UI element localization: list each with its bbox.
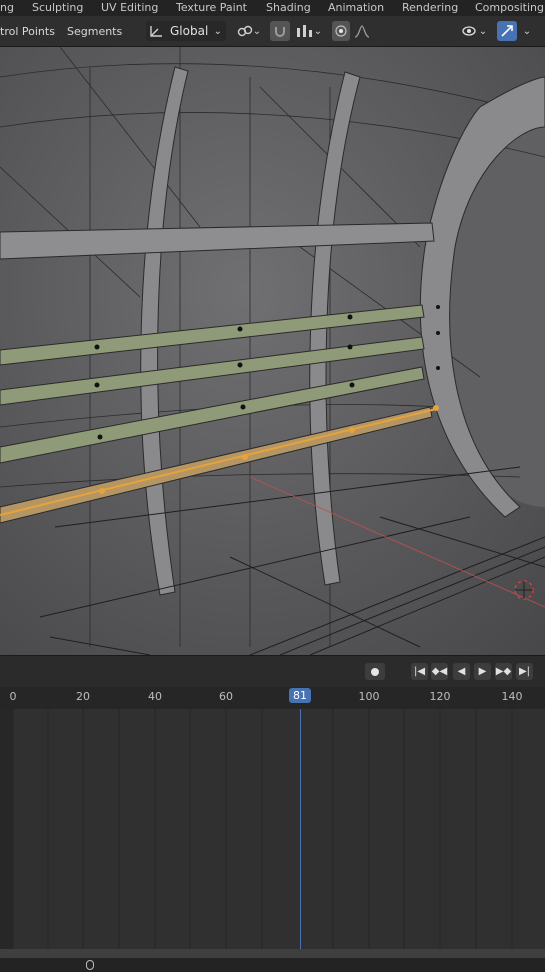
frame-tick-label: 20 <box>76 690 90 703</box>
orientation-gizmo-icon <box>150 26 162 37</box>
falloff-dropdown[interactable] <box>352 21 372 41</box>
viewport-header: trol Points Segments Global ⌄ ⌄ ⌄ ⌄ ⌄ <box>0 16 545 47</box>
magnet-icon <box>275 27 285 37</box>
frame-tick-label: 120 <box>429 690 451 703</box>
prev-keyframe-icon: ◆◀ <box>431 666 448 677</box>
frame-tick-label: 140 <box>501 690 523 703</box>
play-icon: ▶ <box>478 666 487 677</box>
play-reverse-icon: ◀ <box>457 666 466 677</box>
chevron-down-icon: ⌄ <box>213 25 222 37</box>
orientation-label: Global <box>170 24 209 38</box>
prev-keyframe-button[interactable]: ◆◀ <box>431 663 448 680</box>
frame-tick-label: 40 <box>148 690 162 703</box>
next-keyframe-icon: ▶◆ <box>495 666 512 677</box>
workspace-tab-bar: ng Sculpting UV Editing Texture Paint Sh… <box>0 0 545 16</box>
jump-end-button[interactable]: ▶| <box>516 663 533 680</box>
tab-layout[interactable]: ng <box>0 1 14 14</box>
timeline-grid <box>0 709 513 949</box>
tab-animation[interactable]: Animation <box>328 1 384 14</box>
timeline-area[interactable] <box>0 709 545 949</box>
tab-texture-paint[interactable]: Texture Paint <box>176 1 247 14</box>
gizmo-toggle[interactable] <box>497 21 517 41</box>
chevron-down-icon: ⌄ <box>252 25 262 37</box>
snap-toggle[interactable] <box>270 21 290 41</box>
current-frame-indicator[interactable]: 81 <box>289 688 311 703</box>
tab-uv-editing[interactable]: UV Editing <box>101 1 158 14</box>
gizmo-arrow-icon <box>501 25 513 37</box>
visibility-dropdown[interactable]: ⌄ <box>456 21 492 41</box>
tab-rendering[interactable]: Rendering <box>402 1 458 14</box>
jump-start-icon: |◀ <box>413 666 426 677</box>
frame-tick-label: 0 <box>9 690 17 703</box>
pivot-point-dropdown[interactable]: ⌄ <box>233 21 265 41</box>
viewport-scene <box>0 47 545 655</box>
timeline-scrollbar[interactable] <box>0 949 545 958</box>
transform-orientation-dropdown[interactable]: Global ⌄ <box>146 21 226 41</box>
falloff-curve-icon <box>354 25 370 38</box>
chevron-down-icon: ⌄ <box>313 25 323 37</box>
control-points-menu[interactable]: trol Points <box>0 25 55 38</box>
tab-compositing[interactable]: Compositing <box>475 1 544 14</box>
frame-ruler[interactable]: 0 20 40 60 81 100 120 140 <box>0 687 545 709</box>
jump-start-button[interactable]: |◀ <box>411 663 428 680</box>
proportional-edit-icon <box>335 25 347 37</box>
jump-end-icon: ▶| <box>518 666 531 677</box>
3d-viewport[interactable] <box>0 47 545 655</box>
gizmo-dropdown[interactable]: ⌄ <box>518 21 536 41</box>
segments-menu[interactable]: Segments <box>67 25 122 38</box>
tab-shading[interactable]: Shading <box>266 1 311 14</box>
tab-sculpting[interactable]: Sculpting <box>32 1 83 14</box>
eye-cursor-icon <box>462 26 476 36</box>
next-keyframe-button[interactable]: ▶◆ <box>495 663 512 680</box>
mouse-icon <box>86 960 94 970</box>
auto-keying-button[interactable] <box>365 663 385 680</box>
proportional-edit-toggle[interactable] <box>332 21 350 41</box>
frame-tick-label: 100 <box>358 690 380 703</box>
record-icon <box>371 667 379 676</box>
chevron-down-icon: ⌄ <box>478 25 488 37</box>
play-button[interactable]: ▶ <box>474 663 491 680</box>
snap-increment-icon <box>296 25 312 37</box>
status-bar <box>0 958 545 972</box>
frame-tick-label: 60 <box>219 690 233 703</box>
playhead-line[interactable] <box>300 709 301 958</box>
chevron-down-icon: ⌄ <box>522 25 532 37</box>
play-reverse-button[interactable]: ◀ <box>453 663 470 680</box>
snap-target-dropdown[interactable]: ⌄ <box>292 21 326 41</box>
pivot-link-icon <box>237 25 252 37</box>
